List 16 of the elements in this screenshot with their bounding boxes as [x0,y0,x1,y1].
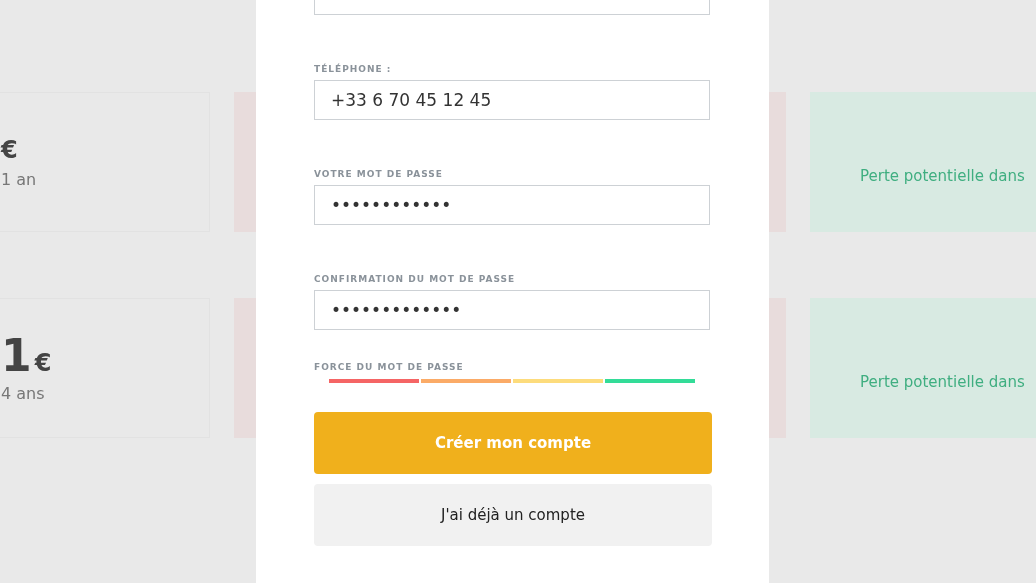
input-field[interactable]: ••••••••••••• [314,290,710,330]
field-label: VOTRE MOT DE PASSE [314,169,444,179]
currency: € [1,135,18,164]
field-label: FORCE DU MOT DE PASSE [314,362,465,372]
input-field[interactable] [314,0,710,15]
period-text: 4 ans [1,383,46,403]
input-field[interactable]: •••••••••••• [314,185,710,225]
field-label: TÉLÉPHONE : [314,64,393,74]
card-note: Perte potentielle dans [860,167,1025,185]
card-note: Perte potentielle dans [860,373,1025,391]
field-label: CONFIRMATION DU MOT DE PASSE [314,274,517,284]
amount: 1 [1,333,32,378]
period-text: 1 an [1,169,38,189]
currency: € [34,348,52,377]
input-field[interactable]: +33 6 70 45 12 45 [314,80,710,120]
login-button[interactable]: J'ai déjà un compte [314,484,712,546]
